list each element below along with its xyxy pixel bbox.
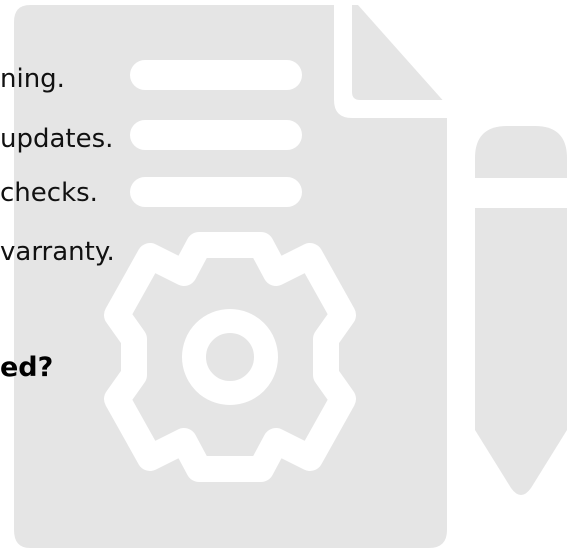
document-illustration xyxy=(14,5,567,548)
document-line-bar-3 xyxy=(130,177,302,207)
pencil-icon xyxy=(475,126,567,495)
slide-canvas: ning. updates. checks. varranty. ed? xyxy=(0,0,573,551)
document-line-bar-1 xyxy=(130,60,302,90)
list-item: checks. xyxy=(0,178,98,208)
question-heading: ed? xyxy=(0,352,54,383)
list-item: varranty. xyxy=(0,237,115,267)
document-dog-ear xyxy=(362,16,437,95)
list-item: ning. xyxy=(0,64,65,94)
list-item: updates. xyxy=(0,124,114,154)
document-line-bar-2 xyxy=(130,120,302,150)
